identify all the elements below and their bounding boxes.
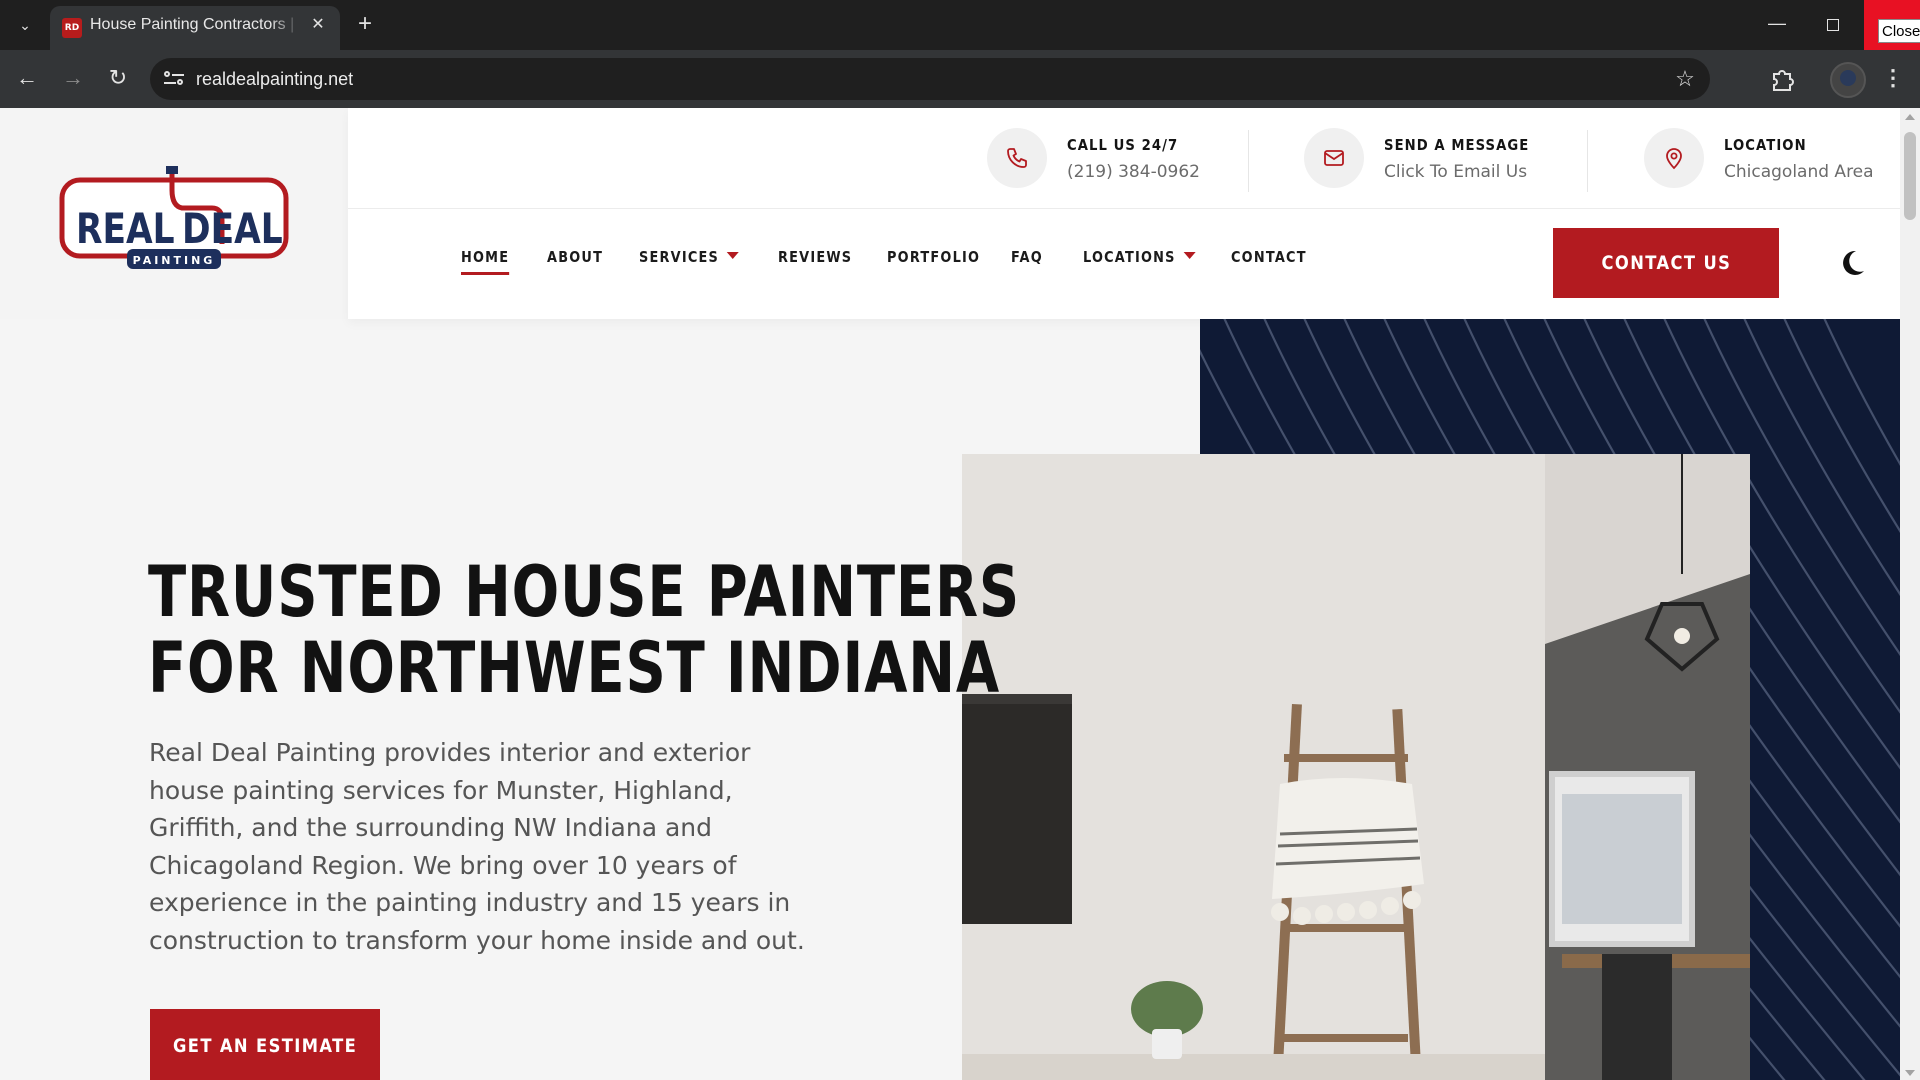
mail-icon	[1304, 128, 1364, 188]
location-text: Chicagoland Area	[1724, 162, 1874, 182]
close-tooltip: Close	[1878, 19, 1920, 43]
browser-toolbar: ← → ↻ realdealpainting.net ☆ ⋮	[0, 50, 1920, 108]
bookmark-star-icon[interactable]: ☆	[1670, 64, 1700, 94]
dropdown-caret-icon	[1183, 252, 1196, 259]
hero-title: TRUSTED HOUSE PAINTERS FOR NORTHWEST IND…	[148, 551, 1021, 709]
dark-mode-moon-icon[interactable]	[1834, 246, 1868, 280]
nav-home[interactable]: HOME	[461, 248, 510, 275]
svg-text:REAL: REAL	[76, 205, 175, 254]
browser-tab-active[interactable]: RD House Painting Contractors | Real Dea…	[50, 6, 340, 50]
message-info[interactable]: SEND A MESSAGE Click To Email Us	[1304, 128, 1544, 192]
dropdown-caret-icon	[726, 252, 739, 259]
tab-search-chevron-icon[interactable]: ⌄	[14, 14, 36, 36]
location-info[interactable]: LOCATION Chicagoland Area	[1644, 128, 1894, 192]
url-text[interactable]: realdealpainting.net	[196, 58, 353, 100]
site-header: CALL US 24/7 (219) 384-0962 SEND A MESSA…	[348, 108, 1900, 319]
window-restore-icon[interactable]	[1818, 10, 1848, 40]
tab-title: House Painting Contractors | Real Deal P…	[90, 6, 300, 50]
phone-icon	[987, 128, 1047, 188]
header-divider	[348, 208, 1900, 209]
site-favicon-icon: RD	[62, 18, 82, 38]
email-link[interactable]: Click To Email Us	[1384, 162, 1527, 182]
scrollbar-thumb[interactable]	[1904, 132, 1916, 220]
nav-services-label: SERVICES	[639, 248, 720, 266]
page-scrollbar[interactable]	[1900, 108, 1920, 1080]
hero-title-line-1: TRUSTED HOUSE PAINTERS	[148, 551, 1021, 633]
nav-portfolio[interactable]: PORTFOLIO	[887, 248, 980, 266]
nav-locations-label: LOCATIONS	[1083, 248, 1176, 266]
phone-number[interactable]: (219) 384-0962	[1067, 162, 1200, 182]
hero-title-line-2: FOR NORTHWEST INDIANA	[148, 627, 1001, 709]
reload-icon[interactable]: ↻	[102, 63, 134, 95]
nav-services[interactable]: SERVICES	[639, 248, 739, 266]
back-arrow-icon[interactable]: ←	[11, 63, 43, 95]
message-title: SEND A MESSAGE	[1384, 136, 1530, 154]
svg-text:PAINTING: PAINTING	[133, 254, 216, 267]
location-pin-icon	[1644, 128, 1704, 188]
call-info[interactable]: CALL US 24/7 (219) 384-0962	[987, 128, 1207, 192]
nav-faq[interactable]: FAQ	[1011, 248, 1043, 266]
contact-us-button[interactable]: CONTACT US	[1553, 228, 1779, 298]
nav-locations[interactable]: LOCATIONS	[1083, 248, 1196, 266]
tab-close-icon[interactable]: ✕	[308, 16, 328, 36]
page-viewport: REAL DEAL PAINTING CALL US 24/7 (219) 38…	[0, 108, 1920, 1080]
logo-panel: REAL DEAL PAINTING	[0, 108, 348, 319]
address-bar[interactable]: realdealpainting.net ☆	[150, 58, 1710, 100]
window-minimize-icon[interactable]: —	[1762, 10, 1792, 40]
site-info-tune-icon[interactable]	[164, 69, 186, 89]
hero-description: Real Deal Painting provides interior and…	[149, 738, 805, 955]
browser-menu-kebab-icon[interactable]: ⋮	[1880, 63, 1906, 95]
nav-contact[interactable]: CONTACT	[1231, 248, 1307, 266]
call-title: CALL US 24/7	[1067, 136, 1179, 154]
info-separator	[1248, 130, 1249, 192]
browser-tab-strip: ⌄ RD House Painting Contractors | Real D…	[0, 0, 1920, 50]
info-separator	[1587, 130, 1588, 192]
scroll-up-arrow-icon[interactable]	[1905, 114, 1915, 120]
forward-arrow-icon[interactable]: →	[57, 63, 89, 95]
extensions-puzzle-icon[interactable]	[1766, 63, 1798, 95]
real-deal-painting-logo[interactable]: REAL DEAL PAINTING	[0, 108, 348, 319]
scroll-down-arrow-icon[interactable]	[1905, 1070, 1915, 1076]
profile-avatar[interactable]	[1830, 62, 1866, 98]
nav-reviews[interactable]: REVIEWS	[778, 248, 852, 266]
hero-interior-photo	[962, 454, 1750, 1080]
location-title: LOCATION	[1724, 136, 1807, 154]
new-tab-plus-icon[interactable]: +	[352, 12, 378, 38]
get-an-estimate-button[interactable]: GET AN ESTIMATE	[150, 1009, 380, 1080]
nav-about[interactable]: ABOUT	[547, 248, 603, 266]
svg-text:DEAL: DEAL	[182, 205, 283, 254]
